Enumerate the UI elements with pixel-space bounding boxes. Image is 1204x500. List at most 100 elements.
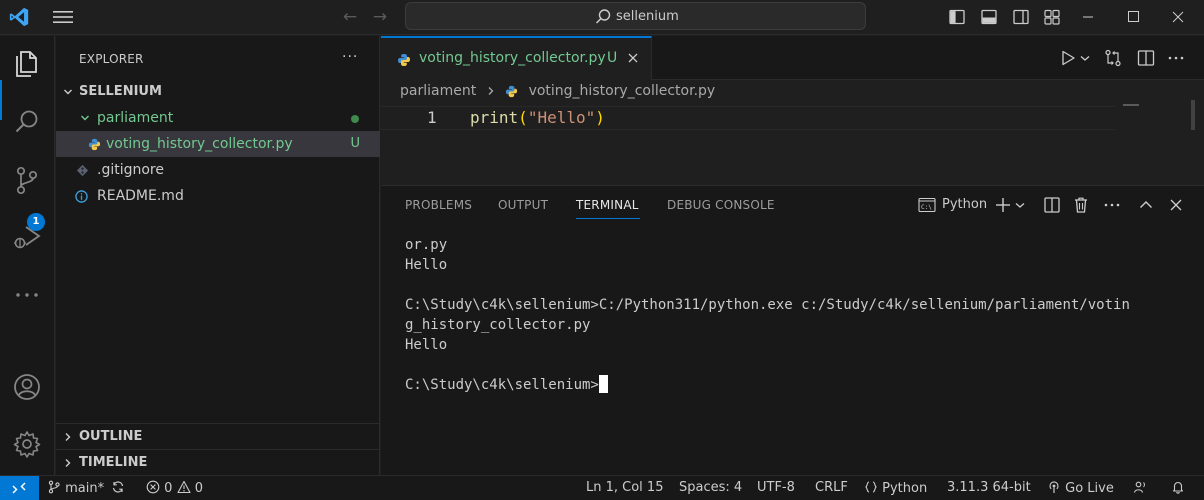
- terminal-prompt: C:\Study\c4k\sellenium>: [405, 377, 599, 393]
- notifications-bell[interactable]: [1171, 480, 1185, 496]
- git-branch-item[interactable]: main*: [47, 480, 104, 496]
- search-icon: [15, 110, 38, 133]
- python-interpreter[interactable]: 3.11.3 64-bit: [947, 480, 1031, 495]
- warning-icon: [177, 480, 191, 494]
- end-of-line[interactable]: CRLF: [815, 480, 848, 495]
- tree-item-voting-history-collector[interactable]: voting_history_collector.py U: [56, 131, 380, 157]
- source-control-activity[interactable]: [8, 161, 46, 199]
- warning-count: 0: [194, 481, 203, 496]
- broadcast-icon: [1049, 481, 1059, 493]
- editor-scrollbar[interactable]: [1190, 80, 1204, 185]
- trash-icon[interactable]: [1071, 195, 1091, 215]
- more-actions-icon[interactable]: [1166, 48, 1186, 68]
- info-icon: [75, 190, 88, 203]
- minimap[interactable]: [1123, 104, 1139, 106]
- tab-voting-history-collector[interactable]: voting_history_collector.py U: [381, 36, 652, 80]
- more-actions-icon[interactable]: [1102, 195, 1122, 215]
- indentation[interactable]: Spaces: 4: [679, 480, 742, 495]
- run-python-file-icon[interactable]: [1058, 48, 1078, 68]
- toggle-panel-icon[interactable]: [980, 8, 998, 26]
- cursor-position[interactable]: Ln 1, Col 15: [586, 480, 663, 495]
- chevron-down-icon: [81, 115, 89, 121]
- language-mode[interactable]: Python: [864, 480, 927, 496]
- files-icon: [16, 51, 37, 77]
- accounts-status[interactable]: [1133, 480, 1147, 496]
- terminal-prompt-line: C:\Study\c4k\sellenium>: [405, 375, 1130, 395]
- active-tab-underline: [576, 218, 640, 219]
- forward-arrow-icon[interactable]: →: [370, 8, 390, 26]
- remote-icon: [12, 482, 26, 494]
- split-editor-icon[interactable]: [1136, 48, 1156, 68]
- vscode-logo-icon[interactable]: [8, 6, 30, 28]
- tab-output[interactable]: OUTPUT: [498, 198, 548, 212]
- search-text: sellenium: [616, 9, 679, 24]
- outline-section[interactable]: OUTLINE: [56, 423, 380, 449]
- error-icon: [146, 480, 160, 494]
- code-string: "Hello": [527, 108, 596, 127]
- toggle-primary-sidebar-icon[interactable]: [948, 8, 966, 26]
- terminal-shell-selector[interactable]: C:\ Python: [918, 195, 988, 217]
- timeline-section[interactable]: TIMELINE: [56, 449, 380, 475]
- customize-layout-icon[interactable]: [1043, 8, 1061, 26]
- editor-scrollbar-thumb[interactable]: [1191, 100, 1195, 130]
- run-debug-activity[interactable]: [8, 218, 46, 256]
- terminal-output[interactable]: or.py Hello C:\Study\c4k\sellenium>C:/Py…: [405, 235, 1130, 395]
- open-changes-icon[interactable]: [1103, 48, 1123, 68]
- toggle-secondary-sidebar-icon[interactable]: [1012, 8, 1030, 26]
- tab-debug-console[interactable]: DEBUG CONSOLE: [667, 198, 775, 212]
- breadcrumb-file[interactable]: voting_history_collector.py: [529, 83, 716, 99]
- close-tab-icon[interactable]: [625, 50, 641, 66]
- terminal-options-chevron-icon[interactable]: [1013, 195, 1027, 215]
- run-options-chevron-icon[interactable]: [1078, 48, 1092, 68]
- tree-item-label: voting_history_collector.py: [106, 136, 293, 152]
- outline-label: OUTLINE: [79, 429, 143, 444]
- split-terminal-icon[interactable]: [1042, 195, 1062, 215]
- more-activity[interactable]: [8, 276, 46, 314]
- tab-untracked-badge: U: [607, 50, 618, 66]
- terminal-line: g_history_collector.py: [405, 317, 591, 333]
- maximize-panel-icon[interactable]: [1136, 195, 1156, 215]
- language-label: Python: [882, 481, 928, 496]
- manage-activity[interactable]: [8, 425, 46, 463]
- tree-item-gitignore[interactable]: .gitignore: [56, 157, 380, 183]
- chevron-down-icon: [64, 89, 72, 95]
- tab-terminal[interactable]: TERMINAL: [576, 198, 639, 212]
- explorer-activity[interactable]: [8, 44, 46, 82]
- root-folder-row[interactable]: SELLENIUM: [56, 79, 380, 105]
- untracked-status-badge: U: [350, 136, 360, 151]
- search-activity[interactable]: [8, 103, 46, 141]
- new-terminal-plus-icon[interactable]: [993, 195, 1013, 215]
- more-dots-icon: [16, 293, 38, 297]
- go-live-label: Go Live: [1065, 481, 1114, 496]
- svg-text:C:\: C:\: [921, 204, 932, 211]
- breadcrumb: parliament voting_history_collector.py: [400, 83, 715, 99]
- remote-indicator[interactable]: [0, 476, 39, 500]
- maximize-icon[interactable]: [1116, 4, 1150, 30]
- line-number: 1: [427, 108, 437, 127]
- hamburger-menu-icon[interactable]: [52, 9, 74, 25]
- editor-area: voting_history_collector.py U parliament…: [381, 36, 1204, 185]
- accounts-activity[interactable]: [8, 368, 46, 406]
- breadcrumb-folder[interactable]: parliament: [400, 83, 476, 99]
- go-live-item[interactable]: Go Live: [1047, 480, 1114, 496]
- code-line[interactable]: print("Hello"): [470, 108, 605, 127]
- terminal-line: Hello: [405, 257, 448, 273]
- terminal-cursor: [598, 375, 608, 393]
- gear-icon: [13, 431, 41, 458]
- explorer-more-actions[interactable]: ···: [342, 49, 358, 65]
- tab-problems[interactable]: PROBLEMS: [405, 198, 472, 212]
- problems-item[interactable]: 0 0: [146, 480, 203, 496]
- tree-item-readme[interactable]: README.md: [56, 183, 380, 209]
- encoding[interactable]: UTF-8: [757, 480, 795, 495]
- tree-item-parliament[interactable]: parliament: [56, 105, 380, 131]
- command-center-search[interactable]: sellenium: [405, 2, 866, 30]
- minimize-icon[interactable]: [1071, 4, 1105, 30]
- close-panel-icon[interactable]: [1166, 195, 1186, 215]
- code-paren-close: ): [595, 108, 605, 127]
- sync-icon[interactable]: [111, 480, 125, 496]
- back-arrow-icon[interactable]: ←: [340, 8, 360, 26]
- close-window-icon[interactable]: [1161, 4, 1195, 30]
- git-file-icon: [76, 164, 89, 177]
